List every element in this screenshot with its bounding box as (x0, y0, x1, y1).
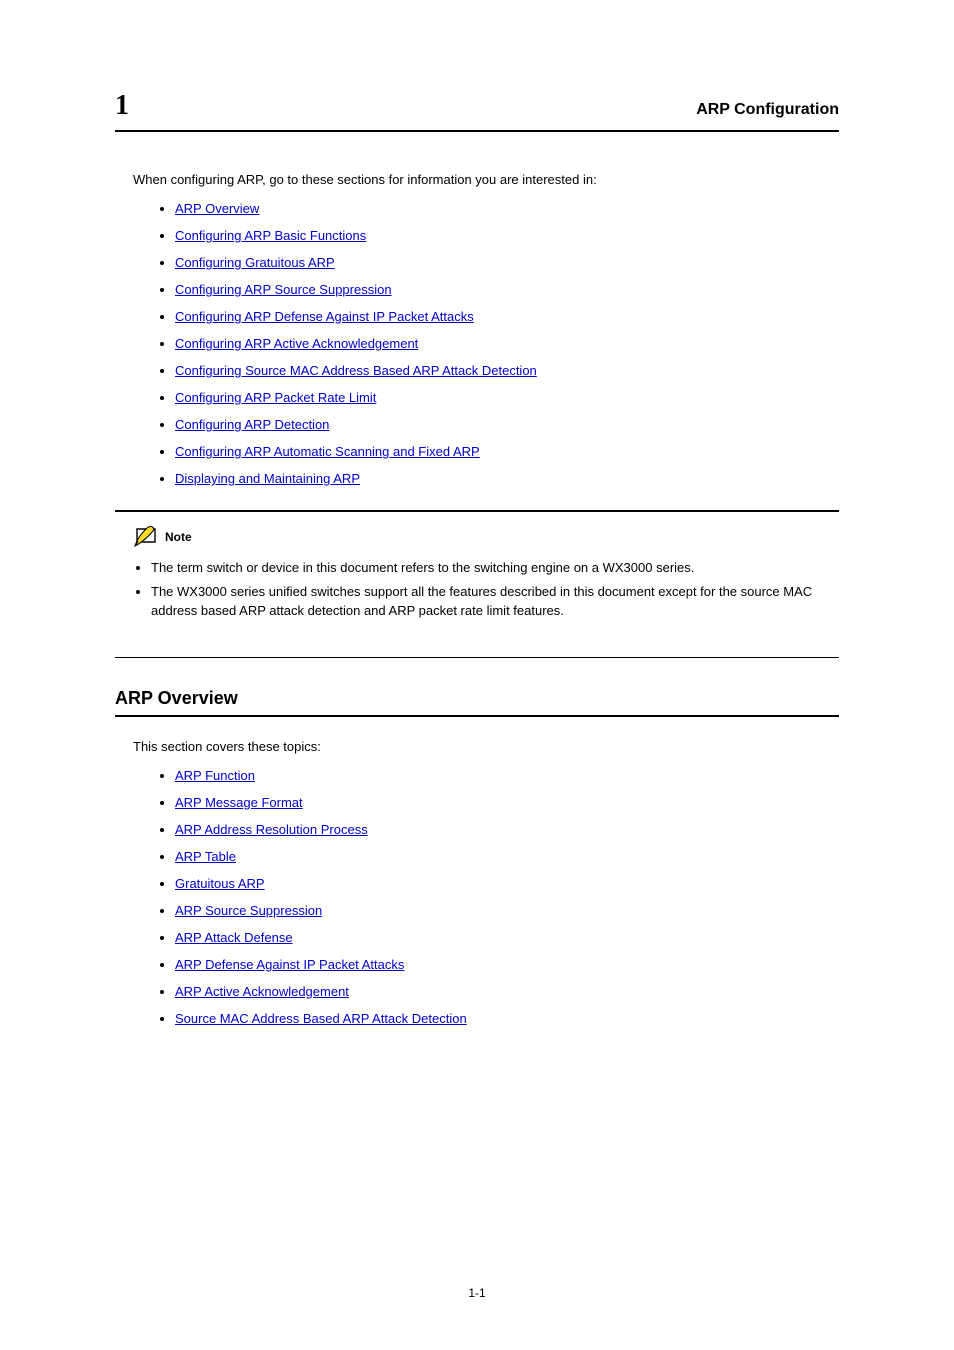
list-item: Configuring Gratuitous ARP (175, 255, 839, 270)
topic-link[interactable]: Configuring Source MAC Address Based ARP… (175, 363, 537, 378)
subtopic-link[interactable]: Gratuitous ARP (175, 876, 265, 891)
list-item: Configuring ARP Packet Rate Limit (175, 390, 839, 405)
chapter-rule (115, 130, 839, 132)
list-item: ARP Defense Against IP Packet Attacks (175, 957, 839, 972)
section-heading: ARP Overview (115, 688, 839, 709)
list-item: ARP Overview (175, 201, 839, 216)
topic-link-list: ARP Overview Configuring ARP Basic Funct… (175, 201, 839, 486)
list-item: ARP Attack Defense (175, 930, 839, 945)
subtopic-link[interactable]: ARP Source Suppression (175, 903, 322, 918)
chapter-title: ARP Configuration (696, 101, 839, 119)
list-item: Configuring ARP Active Acknowledgement (175, 336, 839, 351)
chapter-header: 1 ARP Configuration (115, 90, 839, 122)
note-header: Note (133, 526, 839, 548)
topic-link[interactable]: Configuring ARP Active Acknowledgement (175, 336, 418, 351)
note-list: The term switch or device in this docume… (151, 558, 839, 621)
note-label: Note (165, 530, 192, 544)
list-item: Configuring ARP Basic Functions (175, 228, 839, 243)
list-item: Configuring ARP Detection (175, 417, 839, 432)
note-rule-bottom (115, 657, 839, 658)
note-item: The WX3000 series unified switches suppo… (151, 582, 839, 621)
section-rule (115, 715, 839, 717)
subtopic-link[interactable]: ARP Attack Defense (175, 930, 293, 945)
list-item: Configuring ARP Automatic Scanning and F… (175, 444, 839, 459)
chapter-number: 1 (115, 90, 129, 122)
list-item: ARP Source Suppression (175, 903, 839, 918)
topic-link[interactable]: Configuring Gratuitous ARP (175, 255, 335, 270)
topic-link[interactable]: Displaying and Maintaining ARP (175, 471, 360, 486)
list-item: ARP Function (175, 768, 839, 783)
intro-text: When configuring ARP, go to these sectio… (133, 172, 839, 187)
subtopic-link[interactable]: ARP Table (175, 849, 236, 864)
subtopic-link-list: ARP Function ARP Message Format ARP Addr… (175, 768, 839, 1026)
list-item: Displaying and Maintaining ARP (175, 471, 839, 486)
topic-link[interactable]: Configuring ARP Packet Rate Limit (175, 390, 376, 405)
page-number: 1-1 (0, 1286, 954, 1300)
topic-link[interactable]: Configuring ARP Source Suppression (175, 282, 392, 297)
list-item: ARP Active Acknowledgement (175, 984, 839, 999)
list-item: Configuring ARP Defense Against IP Packe… (175, 309, 839, 324)
subtopic-link[interactable]: ARP Message Format (175, 795, 303, 810)
note-box: Note The term switch or device in this d… (115, 510, 839, 658)
subtopic-link[interactable]: ARP Address Resolution Process (175, 822, 368, 837)
list-item: Source MAC Address Based ARP Attack Dete… (175, 1011, 839, 1026)
topic-link[interactable]: Configuring ARP Detection (175, 417, 329, 432)
note-rule-top (115, 510, 839, 512)
list-item: Configuring Source MAC Address Based ARP… (175, 363, 839, 378)
subtopic-link[interactable]: ARP Function (175, 768, 255, 783)
subtopic-link[interactable]: Source MAC Address Based ARP Attack Dete… (175, 1011, 467, 1026)
section-intro-text: This section covers these topics: (133, 739, 839, 754)
note-item: The term switch or device in this docume… (151, 558, 839, 578)
list-item: Gratuitous ARP (175, 876, 839, 891)
subtopic-link[interactable]: ARP Defense Against IP Packet Attacks (175, 957, 404, 972)
list-item: Configuring ARP Source Suppression (175, 282, 839, 297)
note-icon (133, 526, 159, 548)
topic-link[interactable]: Configuring ARP Automatic Scanning and F… (175, 444, 480, 459)
list-item: ARP Message Format (175, 795, 839, 810)
subtopic-link[interactable]: ARP Active Acknowledgement (175, 984, 349, 999)
topic-link[interactable]: Configuring ARP Defense Against IP Packe… (175, 309, 474, 324)
list-item: ARP Address Resolution Process (175, 822, 839, 837)
list-item: ARP Table (175, 849, 839, 864)
topic-link[interactable]: Configuring ARP Basic Functions (175, 228, 366, 243)
topic-link[interactable]: ARP Overview (175, 201, 259, 216)
